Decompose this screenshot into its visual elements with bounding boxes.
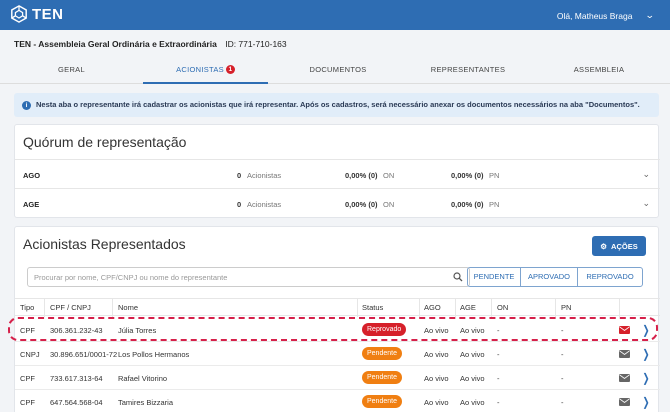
status-badge: Pendente bbox=[362, 347, 402, 360]
gear-icon: ⚙ bbox=[600, 241, 608, 251]
mail-icon[interactable] bbox=[619, 374, 630, 384]
quorum-card: Quórum de representação AGO 0 Acionistas… bbox=[14, 124, 660, 218]
mail-icon[interactable] bbox=[619, 326, 630, 336]
table-row[interactable]: CPF 647.564.568-04 Tamires Bizzaria Pend… bbox=[15, 390, 660, 412]
table-header: Tipo CPF / CNPJ Nome Status AGO AGE ON P… bbox=[15, 298, 660, 317]
chevron-right-icon[interactable]: ❯ bbox=[643, 395, 650, 409]
info-text: Nesta aba o representante irá cadastrar … bbox=[36, 100, 640, 109]
chevron-down-icon[interactable]: ⌄ bbox=[642, 198, 650, 209]
col-age[interactable]: AGE bbox=[460, 303, 476, 312]
filter-pendente[interactable]: PENDENTE bbox=[468, 268, 521, 286]
tab-acionistas[interactable]: ACIONISTAS 1 bbox=[143, 58, 268, 84]
mail-icon[interactable] bbox=[619, 398, 630, 408]
status-badge: Pendente bbox=[362, 371, 402, 384]
table-row[interactable]: CNPJ 30.896.651/0001-72 Los Pollos Herma… bbox=[15, 342, 660, 366]
status-badge: Pendente bbox=[362, 395, 402, 408]
info-banner: i Nesta aba o representante irá cadastra… bbox=[14, 93, 659, 117]
quorum-row-ago[interactable]: AGO 0 Acionistas 0,00% (0) ON 0,00% (0) … bbox=[15, 159, 660, 189]
chevron-down-icon: ⌄ bbox=[645, 10, 656, 20]
table-row[interactable]: CPF 306.361.232-43 Júlia Torres Reprovad… bbox=[15, 318, 660, 342]
table-row[interactable]: CPF 733.617.313-64 Rafael Vitorino Pende… bbox=[15, 366, 660, 390]
quorum-row-age[interactable]: AGE 0 Acionistas 0,00% (0) ON 0,00% (0) … bbox=[15, 188, 660, 218]
tab-bar: GERAL ACIONISTAS 1 DOCUMENTOS REPRESENTAN… bbox=[0, 58, 670, 84]
mail-icon[interactable] bbox=[619, 350, 630, 360]
brand-name: TEN bbox=[32, 5, 64, 23]
col-ago[interactable]: AGO bbox=[424, 303, 441, 312]
tab-assembleia[interactable]: ASSEMBLEIA bbox=[528, 58, 670, 84]
tab-representantes[interactable]: REPRESENTANTES bbox=[408, 58, 528, 84]
top-bar: TEN Olá, Matheus Braga ⌄ bbox=[0, 0, 670, 30]
col-pn[interactable]: PN bbox=[561, 303, 571, 312]
page-title: TEN - Assembleia Geral Ordinária e Extra… bbox=[14, 39, 287, 49]
chevron-right-icon[interactable]: ❯ bbox=[643, 323, 650, 337]
tab-documentos[interactable]: DOCUMENTOS bbox=[268, 58, 408, 84]
logo-icon bbox=[11, 5, 27, 23]
search-input[interactable] bbox=[34, 271, 434, 284]
brand-logo[interactable]: TEN bbox=[10, 5, 64, 23]
assembly-id: ID: 771-710-163 bbox=[225, 39, 287, 49]
actions-button[interactable]: ⚙ AÇÕES bbox=[592, 236, 646, 256]
search-box bbox=[27, 267, 470, 287]
info-icon: i bbox=[22, 101, 31, 110]
col-on[interactable]: ON bbox=[497, 303, 508, 312]
status-badge: Reprovado bbox=[362, 323, 407, 336]
tab-geral[interactable]: GERAL bbox=[0, 58, 143, 84]
filter-aprovado[interactable]: APROVADO bbox=[521, 268, 578, 286]
status-filter-group: PENDENTE APROVADO REPROVADO bbox=[467, 267, 643, 287]
col-doc[interactable]: CPF / CNPJ bbox=[50, 303, 91, 312]
chevron-down-icon[interactable]: ⌄ bbox=[642, 169, 650, 180]
col-tipo[interactable]: Tipo bbox=[20, 303, 34, 312]
represented-card: Acionistas Representados ⚙ AÇÕES PENDENT… bbox=[14, 226, 660, 412]
assembly-title: TEN - Assembleia Geral Ordinária e Extra… bbox=[14, 39, 217, 49]
user-greeting: Olá, Matheus Braga bbox=[556, 10, 633, 21]
col-status[interactable]: Status bbox=[362, 303, 383, 312]
tab-badge: 1 bbox=[225, 65, 235, 74]
search-icon[interactable] bbox=[453, 272, 463, 284]
col-nome[interactable]: Nome bbox=[118, 303, 138, 312]
chevron-right-icon[interactable]: ❯ bbox=[643, 347, 650, 361]
quorum-title: Quórum de representação bbox=[23, 134, 187, 150]
user-menu[interactable]: Olá, Matheus Braga ⌄ bbox=[556, 10, 656, 21]
filter-reprovado[interactable]: REPROVADO bbox=[578, 268, 642, 286]
represented-title: Acionistas Representados bbox=[23, 236, 186, 252]
chevron-right-icon[interactable]: ❯ bbox=[643, 371, 650, 385]
